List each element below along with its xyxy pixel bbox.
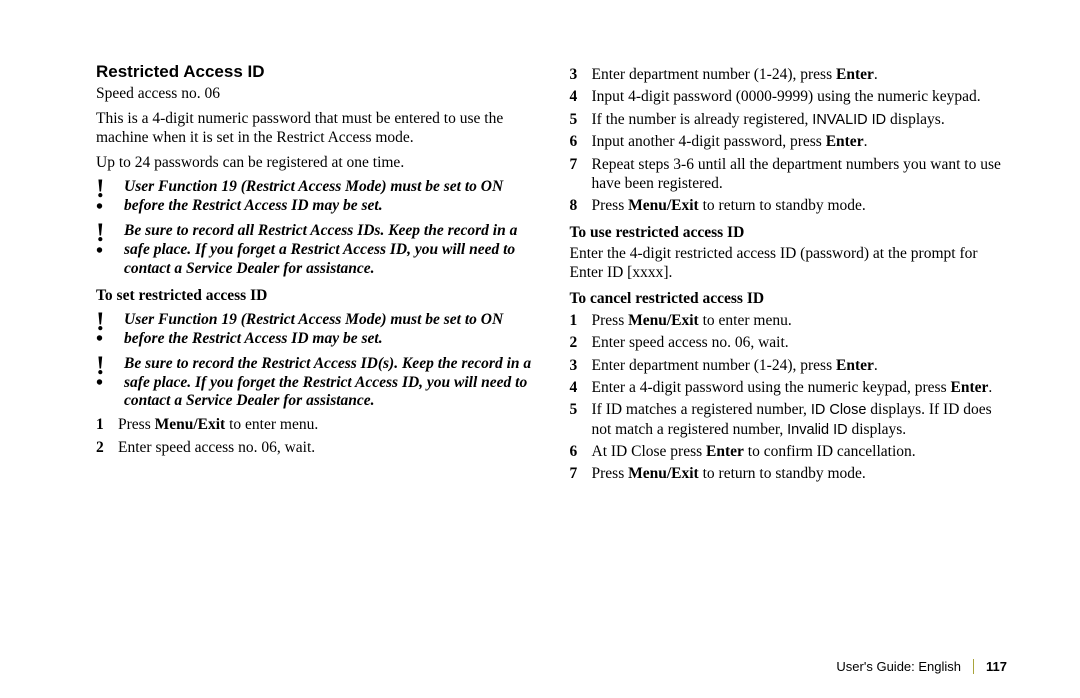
limit-paragraph: Up to 24 passwords can be registered at … xyxy=(96,153,534,172)
step-number: 4 xyxy=(570,378,592,397)
step-text: Press Menu/Exit to return to standby mod… xyxy=(592,464,1008,483)
step-text: Enter department number (1-24), press En… xyxy=(592,65,1008,84)
exclamation-icon xyxy=(96,178,124,213)
list-item: 4 Input 4-digit password (0000-9999) usi… xyxy=(570,87,1008,106)
step-text: Enter a 4-digit password using the numer… xyxy=(592,378,1008,397)
note-text: Be sure to record all Restrict Access ID… xyxy=(124,222,534,279)
note-block: Be sure to record all Restrict Access ID… xyxy=(96,222,534,279)
list-item: 8 Press Menu/Exit to return to standby m… xyxy=(570,196,1008,215)
exclamation-icon xyxy=(96,355,124,390)
step-text: Enter department number (1-24), press En… xyxy=(592,356,1008,375)
footer-guide: User's Guide: English xyxy=(836,659,961,674)
list-item: 7 Repeat steps 3-6 until all the departm… xyxy=(570,155,1008,194)
step-number: 3 xyxy=(570,356,592,375)
list-item: 3 Enter department number (1-24), press … xyxy=(570,65,1008,84)
step-text: Input another 4-digit password, press En… xyxy=(592,132,1008,151)
step-number: 5 xyxy=(570,400,592,419)
page-number: 117 xyxy=(986,659,1007,674)
note-text: User Function 19 (Restrict Access Mode) … xyxy=(124,311,534,349)
step-number: 2 xyxy=(570,333,592,352)
list-item: 1 Press Menu/Exit to enter menu. xyxy=(96,415,534,434)
step-text: If ID matches a registered number, ID Cl… xyxy=(592,400,1008,439)
right-column: 3 Enter department number (1-24), press … xyxy=(570,62,1008,487)
list-item: 4 Enter a 4-digit password using the num… xyxy=(570,378,1008,397)
set-steps-continued: 3 Enter department number (1-24), press … xyxy=(570,65,1008,216)
step-text: Enter speed access no. 06, wait. xyxy=(118,438,534,457)
exclamation-icon xyxy=(96,311,124,346)
exclamation-icon xyxy=(96,222,124,257)
step-number: 7 xyxy=(570,464,592,483)
step-number: 3 xyxy=(570,65,592,84)
text-columns: Restricted Access ID Speed access no. 06… xyxy=(96,62,1007,487)
step-text: Enter speed access no. 06, wait. xyxy=(592,333,1008,352)
note-text: Be sure to record the Restrict Access ID… xyxy=(124,355,534,412)
list-item: 2 Enter speed access no. 06, wait. xyxy=(96,438,534,457)
step-text: If the number is already registered, INV… xyxy=(592,110,1008,129)
step-number: 6 xyxy=(570,132,592,151)
footer-separator xyxy=(973,659,974,674)
set-steps-list: 1 Press Menu/Exit to enter menu. 2 Enter… xyxy=(96,415,534,457)
step-text: At ID Close press Enter to confirm ID ca… xyxy=(592,442,1008,461)
step-text: Input 4-digit password (0000-9999) using… xyxy=(592,87,1008,106)
step-number: 6 xyxy=(570,442,592,461)
subheading-cancel: To cancel restricted access ID xyxy=(570,290,1008,308)
page-footer: User's Guide: English 117 xyxy=(836,659,1007,674)
cancel-steps-list: 1 Press Menu/Exit to enter menu. 2 Enter… xyxy=(570,311,1008,484)
note-block: User Function 19 (Restrict Access Mode) … xyxy=(96,311,534,349)
list-item: 7 Press Menu/Exit to return to standby m… xyxy=(570,464,1008,483)
note-text: User Function 19 (Restrict Access Mode) … xyxy=(124,178,534,216)
note-block: Be sure to record the Restrict Access ID… xyxy=(96,355,534,412)
step-text: Press Menu/Exit to return to standby mod… xyxy=(592,196,1008,215)
list-item: 6 Input another 4-digit password, press … xyxy=(570,132,1008,151)
intro-paragraph: This is a 4-digit numeric password that … xyxy=(96,109,534,147)
note-block: User Function 19 (Restrict Access Mode) … xyxy=(96,178,534,216)
step-number: 1 xyxy=(96,415,118,434)
section-title: Restricted Access ID xyxy=(96,62,534,82)
step-number: 4 xyxy=(570,87,592,106)
list-item: 2 Enter speed access no. 06, wait. xyxy=(570,333,1008,352)
list-item: 5 If the number is already registered, I… xyxy=(570,110,1008,129)
step-text: Press Menu/Exit to enter menu. xyxy=(118,415,534,434)
list-item: 6 At ID Close press Enter to confirm ID … xyxy=(570,442,1008,461)
speed-access-line: Speed access no. 06 xyxy=(96,84,534,103)
step-number: 5 xyxy=(570,110,592,129)
document-page: Restricted Access ID Speed access no. 06… xyxy=(0,0,1080,698)
list-item: 1 Press Menu/Exit to enter menu. xyxy=(570,311,1008,330)
step-number: 2 xyxy=(96,438,118,457)
step-number: 1 xyxy=(570,311,592,330)
step-number: 7 xyxy=(570,155,592,174)
subheading-set: To set restricted access ID xyxy=(96,287,534,305)
step-number: 8 xyxy=(570,196,592,215)
step-text: Repeat steps 3-6 until all the departmen… xyxy=(592,155,1008,194)
list-item: 5 If ID matches a registered number, ID … xyxy=(570,400,1008,439)
subheading-use: To use restricted access ID xyxy=(570,224,1008,242)
use-paragraph: Enter the 4-digit restricted access ID (… xyxy=(570,244,1008,282)
list-item: 3 Enter department number (1-24), press … xyxy=(570,356,1008,375)
left-column: Restricted Access ID Speed access no. 06… xyxy=(96,62,534,487)
step-text: Press Menu/Exit to enter menu. xyxy=(592,311,1008,330)
